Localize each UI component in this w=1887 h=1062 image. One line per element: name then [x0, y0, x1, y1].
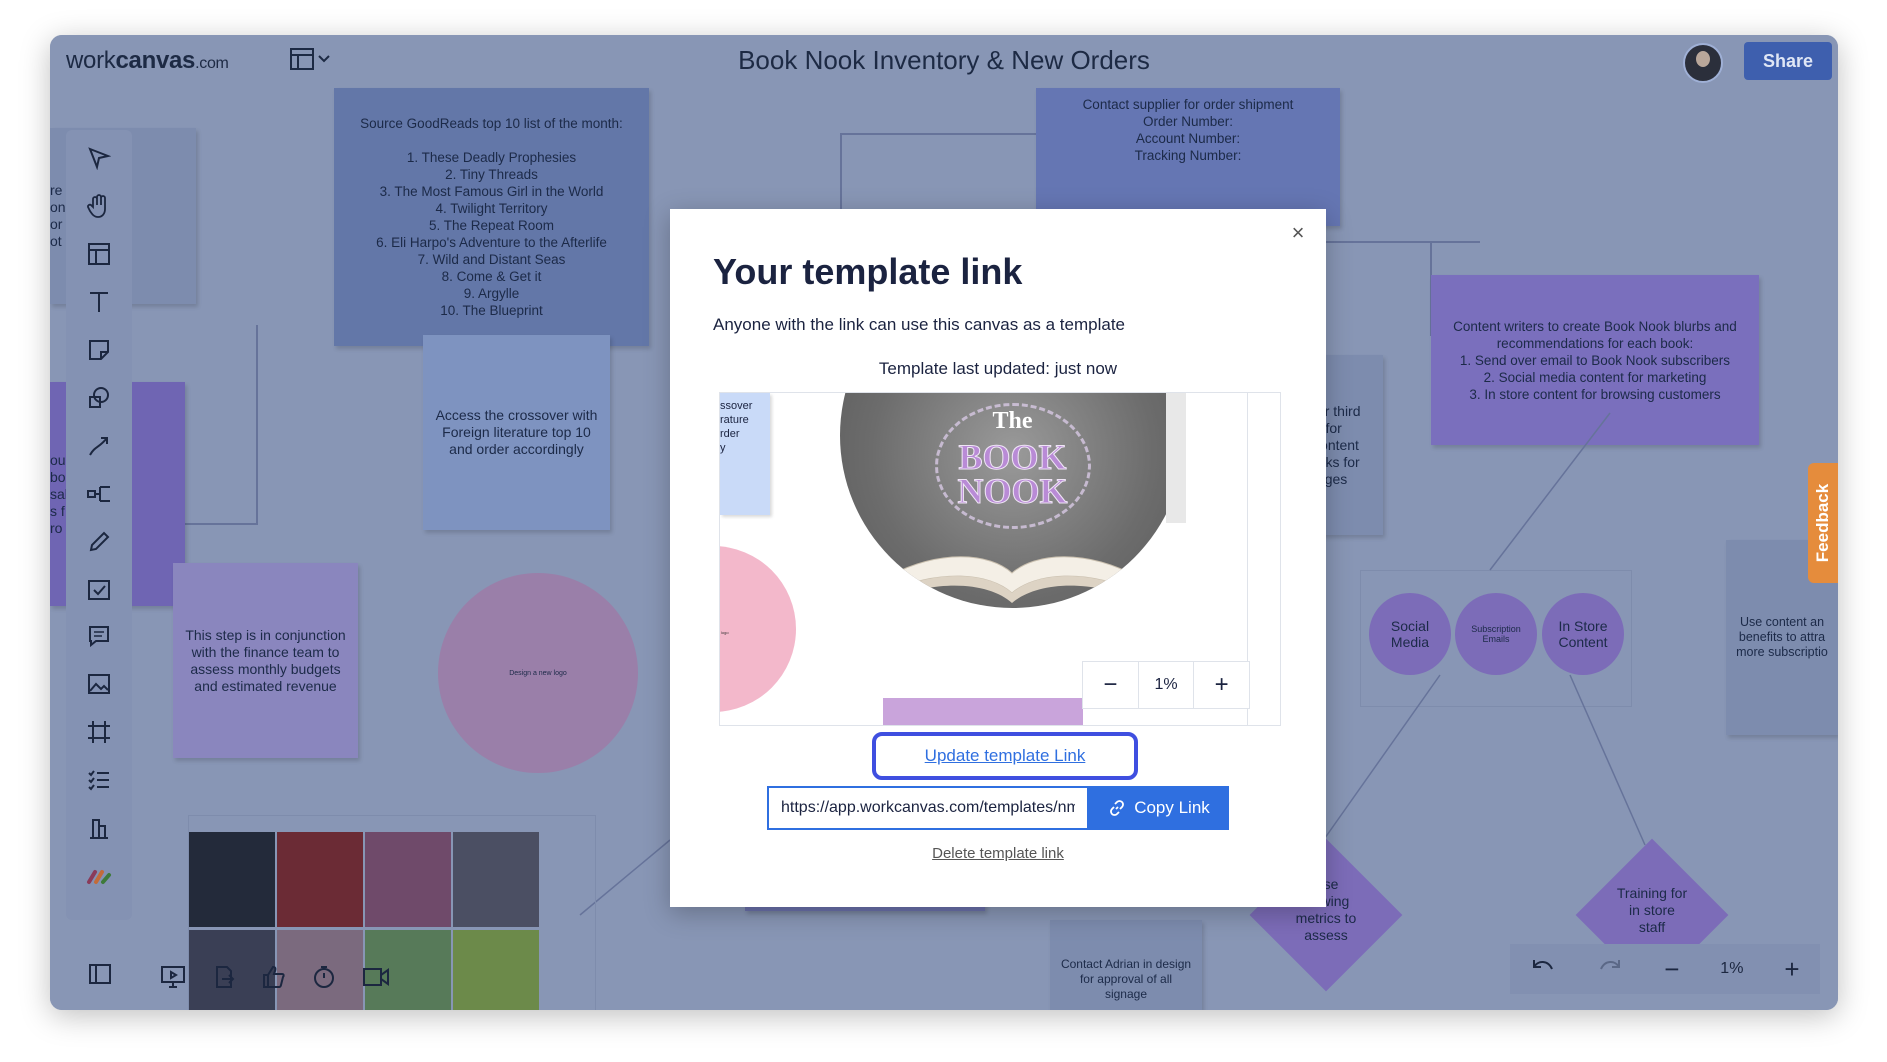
- pencil-icon: [89, 531, 110, 552]
- link-icon: [1110, 800, 1125, 816]
- text-icon: [90, 292, 108, 312]
- zoom-out-button[interactable]: −: [1664, 954, 1679, 985]
- preview-zoom-out-button[interactable]: −: [1083, 671, 1138, 699]
- timer-icon: [314, 966, 334, 988]
- update-template-link-highlight: Update template Link: [872, 732, 1138, 780]
- connector-tool[interactable]: [79, 428, 119, 464]
- cursor-icon: [88, 147, 111, 170]
- preview-zoom-level: 1%: [1137, 662, 1195, 708]
- open-book-illustration: [884, 556, 1141, 603]
- feedback-tab[interactable]: Feedback: [1808, 463, 1838, 583]
- shapes-icon: [89, 387, 109, 408]
- update-template-link[interactable]: Update template Link: [925, 746, 1086, 766]
- book-cover[interactable]: [453, 832, 539, 927]
- export-button[interactable]: [212, 965, 236, 994]
- document-title[interactable]: Book Nook Inventory & New Orders: [50, 45, 1838, 76]
- template-link-dialog: × Your template link Anyone with the lin…: [670, 209, 1326, 907]
- video-icon: [363, 968, 389, 986]
- preview-blue-note: ssover rature rder y: [720, 393, 770, 515]
- close-icon[interactable]: ×: [1286, 221, 1310, 245]
- chart-tool[interactable]: [79, 810, 119, 846]
- undo-button[interactable]: [1530, 957, 1556, 982]
- preview-pink-circle: [720, 546, 796, 712]
- apps-icon: [87, 870, 111, 884]
- zoom-level: 1%: [1720, 960, 1744, 977]
- diamond-training-label: Training for in store staff: [1616, 885, 1688, 935]
- template-tool[interactable]: [79, 236, 119, 272]
- preview-zoom-in-button[interactable]: +: [1194, 671, 1249, 699]
- delete-template-link[interactable]: Delete template link: [670, 845, 1326, 862]
- feedback-label: Feedback: [1813, 483, 1832, 563]
- sticky-note-icon: [89, 340, 109, 360]
- apps-tool[interactable]: [79, 858, 119, 894]
- presentation-icon: [161, 966, 185, 988]
- avatar[interactable]: [1683, 43, 1723, 83]
- chart-icon: [90, 819, 108, 839]
- image-icon: [88, 674, 110, 694]
- timer-button[interactable]: [312, 965, 336, 994]
- preview-logo-image: The BOOK NOOK: [840, 393, 1185, 608]
- pen-tool[interactable]: [79, 524, 119, 560]
- connector-icon: [89, 437, 108, 456]
- redo-button[interactable]: [1597, 957, 1623, 982]
- share-button[interactable]: Share: [1744, 42, 1832, 80]
- book-cover[interactable]: [189, 832, 275, 927]
- select-tool[interactable]: [79, 140, 119, 176]
- book-cover[interactable]: [277, 832, 363, 927]
- logo-the: The: [992, 408, 1033, 434]
- frame-icon: [88, 721, 110, 743]
- sidebar-toggle-button[interactable]: [80, 954, 120, 994]
- checkbox-icon: [88, 580, 110, 600]
- present-button[interactable]: [160, 965, 186, 994]
- copy-link-button[interactable]: Copy Link: [1089, 786, 1229, 830]
- book-cover[interactable]: [365, 832, 451, 927]
- preview-zoom-control: − 1% +: [1082, 661, 1250, 709]
- frame-tool[interactable]: [79, 714, 119, 750]
- book-cover[interactable]: [453, 930, 539, 1010]
- thumbs-up-icon: [263, 965, 285, 988]
- sticky-note-tool[interactable]: [79, 332, 119, 368]
- template-preview[interactable]: ssover rature rder y logo The BOOK NOOK: [719, 392, 1281, 726]
- hand-tool[interactable]: [79, 188, 119, 224]
- bottom-left-toolbar: [80, 954, 120, 994]
- shapes-tool[interactable]: [79, 380, 119, 416]
- checkbox-tool[interactable]: [79, 572, 119, 608]
- top-bar: workcanvas.com Book Nook Inventory & New…: [50, 35, 1838, 83]
- preview-tiny-label: logo: [721, 630, 729, 635]
- template-icon: [88, 243, 110, 265]
- zoom-in-button[interactable]: +: [1784, 954, 1799, 985]
- video-button[interactable]: [362, 966, 390, 993]
- mindmap-tool[interactable]: [79, 476, 119, 512]
- hand-icon: [87, 194, 106, 218]
- text-tool[interactable]: [79, 284, 119, 320]
- template-url-input[interactable]: [767, 786, 1089, 830]
- redo-icon: [1600, 959, 1621, 969]
- preview-purple-bar: [883, 698, 1083, 725]
- logo-nook: NOOK: [957, 471, 1068, 512]
- bottom-center-toolbar: [160, 965, 390, 994]
- dialog-description: Anyone with the link can use this canvas…: [713, 315, 1126, 334]
- canvas[interactable]: re on piles or oks and ot ations Source …: [50, 35, 1838, 1010]
- bottom-right-toolbar: − 1% +: [1510, 944, 1820, 994]
- checklist-tool[interactable]: [79, 762, 119, 798]
- undo-icon: [1533, 959, 1554, 969]
- dialog-title: Your template link: [713, 251, 1023, 292]
- comment-icon: [89, 626, 109, 648]
- template-updated-status: Template last updated: just now: [878, 359, 1118, 378]
- export-icon: [216, 966, 235, 988]
- copy-link-label: Copy Link: [1134, 798, 1210, 817]
- app-window: re on piles or oks and ot ations Source …: [50, 35, 1838, 1010]
- image-tool[interactable]: [79, 666, 119, 702]
- left-toolbar: [66, 130, 132, 920]
- checklist-icon: [88, 770, 109, 791]
- preview-right-note: [1166, 393, 1186, 523]
- vote-button[interactable]: [262, 965, 286, 994]
- comment-tool[interactable]: [79, 618, 119, 654]
- mindmap-icon: [87, 486, 110, 502]
- sidebar-icon: [89, 964, 111, 984]
